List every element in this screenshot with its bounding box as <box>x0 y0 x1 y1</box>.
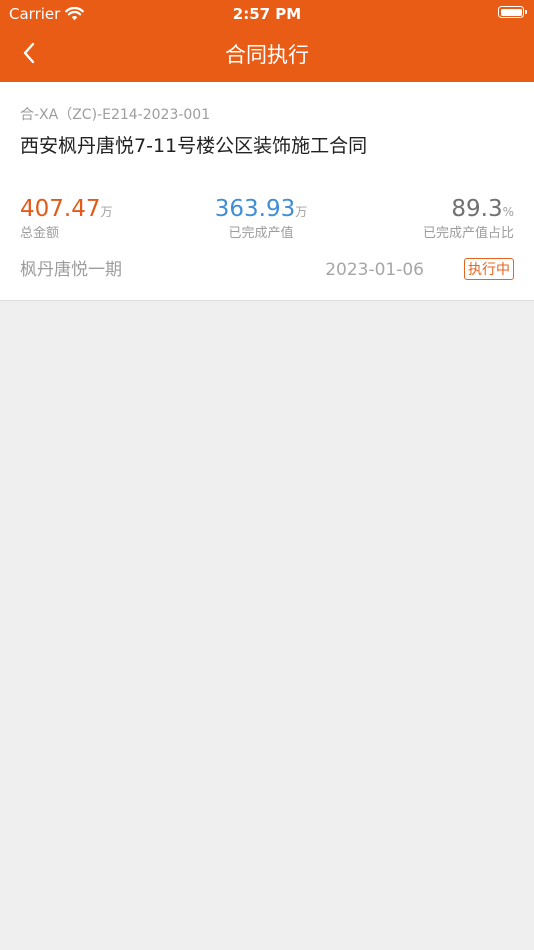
contract-card[interactable]: 合-XA（ZC)-E214-2023-001 西安枫丹唐悦7-11号楼公区装饰施… <box>0 82 534 301</box>
project-name: 枫丹唐悦一期 <box>20 260 122 280</box>
stat-total-amount: 407.47万 总金额 <box>20 195 113 242</box>
completion-ratio-label: 已完成产值占比 <box>422 226 514 241</box>
completion-ratio-unit: % <box>502 205 514 219</box>
completed-output-value: 363.93 <box>214 196 296 222</box>
contract-code: 合-XA（ZC)-E214-2023-001 <box>20 107 211 123</box>
stat-completed-output: 363.93万 已完成产值 <box>200 195 322 242</box>
status-badge: 执行中 <box>464 258 514 280</box>
total-amount-label: 总金额 <box>20 226 60 241</box>
stat-completion-ratio: 89.3% 已完成产值占比 <box>423 195 514 242</box>
completed-output-unit: 万 <box>295 205 308 219</box>
contract-name: 西安枫丹唐悦7-11号楼公区装饰施工合同 <box>20 135 368 157</box>
status-bar: Carrier 2:57 PM <box>0 0 534 28</box>
completed-output-label: 已完成产值 <box>228 226 294 241</box>
header: Carrier 2:57 PM 合同执行 <box>0 0 534 82</box>
nav-bar: 合同执行 <box>0 28 534 82</box>
total-amount-value: 407.47 <box>20 196 101 222</box>
total-amount-unit: 万 <box>100 205 113 219</box>
clock: 2:57 PM <box>232 5 302 23</box>
contract-date: 2023-01-06 <box>325 260 424 280</box>
battery-icon <box>498 6 527 18</box>
completion-ratio-value: 89.3 <box>451 196 503 222</box>
page-title: 合同执行 <box>225 43 309 67</box>
